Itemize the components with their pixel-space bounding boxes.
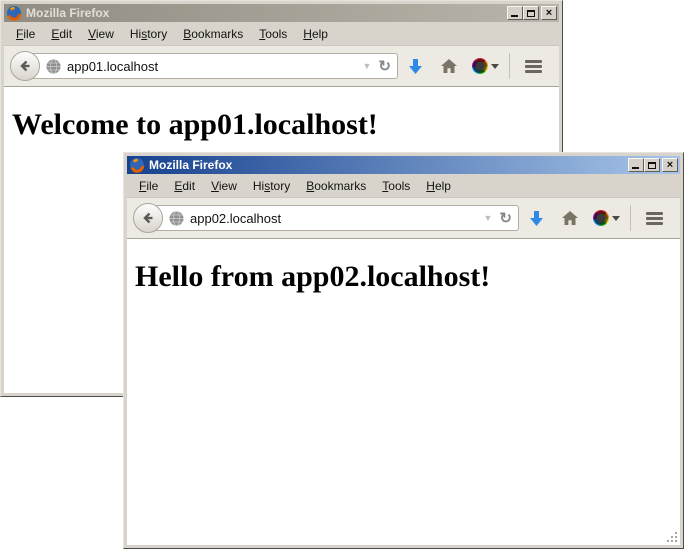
firefox-icon: [6, 5, 22, 21]
menu-history[interactable]: History: [245, 176, 298, 196]
addon-colorwheel-icon: [593, 210, 609, 226]
firefox-icon: [129, 157, 145, 173]
menu-tools[interactable]: Tools: [251, 24, 295, 44]
location-bar[interactable]: ▼ ↻: [146, 205, 519, 231]
addon-button[interactable]: [587, 204, 625, 232]
titlebar[interactable]: Mozilla Firefox ×: [127, 156, 680, 174]
downloads-button[interactable]: [398, 52, 432, 80]
resize-grip[interactable]: [665, 530, 678, 543]
globe-icon: [169, 211, 184, 226]
toolbar-divider: [630, 205, 631, 231]
url-input[interactable]: [190, 211, 479, 226]
home-icon: [440, 58, 458, 74]
titlebar[interactable]: Mozilla Firefox ×: [4, 4, 559, 22]
location-bar[interactable]: ▼ ↻: [23, 53, 398, 79]
caption-buttons: ×: [628, 158, 678, 172]
caption-buttons: ×: [507, 6, 557, 20]
back-button[interactable]: [133, 203, 163, 233]
maximize-button[interactable]: [644, 158, 660, 172]
menu-bookmarks[interactable]: Bookmarks: [175, 24, 251, 44]
url-dropdown-icon[interactable]: ▼: [479, 213, 498, 223]
maximize-icon: [648, 162, 656, 169]
menu-file[interactable]: File: [8, 24, 43, 44]
back-button[interactable]: [10, 51, 40, 81]
back-arrow-icon: [140, 210, 156, 226]
menu-history[interactable]: History: [122, 24, 175, 44]
menu-edit[interactable]: Edit: [43, 24, 80, 44]
downloads-button[interactable]: [519, 204, 553, 232]
download-arrow-icon: [408, 58, 423, 75]
minimize-icon: [511, 15, 518, 17]
addon-button[interactable]: [466, 52, 504, 80]
window-title: Mozilla Firefox: [26, 6, 109, 20]
back-arrow-icon: [17, 58, 33, 74]
menu-hamburger-button[interactable]: [515, 52, 551, 80]
minimize-button[interactable]: [628, 158, 644, 172]
navigation-toolbar: ▼ ↻: [4, 46, 559, 87]
url-input[interactable]: [67, 59, 358, 74]
browser-window-app02[interactable]: Mozilla Firefox × File Edit View History…: [123, 152, 684, 549]
maximize-button[interactable]: [523, 6, 539, 20]
page-heading: Hello from app02.localhost!: [135, 260, 672, 294]
reload-icon[interactable]: ↻: [497, 211, 518, 226]
menubar: File Edit View History Bookmarks Tools H…: [127, 174, 680, 198]
menu-view[interactable]: View: [203, 176, 245, 196]
hamburger-icon: [525, 60, 542, 63]
url-dropdown-icon[interactable]: ▼: [358, 61, 377, 71]
minimize-button[interactable]: [507, 6, 523, 20]
chevron-down-icon: [491, 64, 499, 69]
globe-icon: [46, 59, 61, 74]
page-content: Hello from app02.localhost!: [127, 239, 680, 545]
chevron-down-icon: [612, 216, 620, 221]
navigation-toolbar: ▼ ↻: [127, 198, 680, 239]
toolbar-divider: [509, 53, 510, 79]
download-arrow-icon: [529, 210, 544, 227]
window-title: Mozilla Firefox: [149, 158, 232, 172]
close-button[interactable]: ×: [662, 158, 678, 172]
desktop: { "colors": { "active_title_start": "#16…: [0, 0, 688, 551]
addon-colorwheel-icon: [472, 58, 488, 74]
home-button[interactable]: [553, 204, 587, 232]
menu-tools[interactable]: Tools: [374, 176, 418, 196]
close-button[interactable]: ×: [541, 6, 557, 20]
menu-help[interactable]: Help: [295, 24, 336, 44]
menu-bookmarks[interactable]: Bookmarks: [298, 176, 374, 196]
menu-edit[interactable]: Edit: [166, 176, 203, 196]
maximize-icon: [527, 10, 535, 17]
home-button[interactable]: [432, 52, 466, 80]
hamburger-icon: [646, 212, 663, 215]
reload-icon[interactable]: ↻: [376, 59, 397, 74]
page-heading: Welcome to app01.localhost!: [12, 108, 551, 142]
minimize-icon: [632, 167, 639, 169]
menu-file[interactable]: File: [131, 176, 166, 196]
menubar: File Edit View History Bookmarks Tools H…: [4, 22, 559, 46]
menu-view[interactable]: View: [80, 24, 122, 44]
menu-help[interactable]: Help: [418, 176, 459, 196]
menu-hamburger-button[interactable]: [636, 204, 672, 232]
home-icon: [561, 210, 579, 226]
